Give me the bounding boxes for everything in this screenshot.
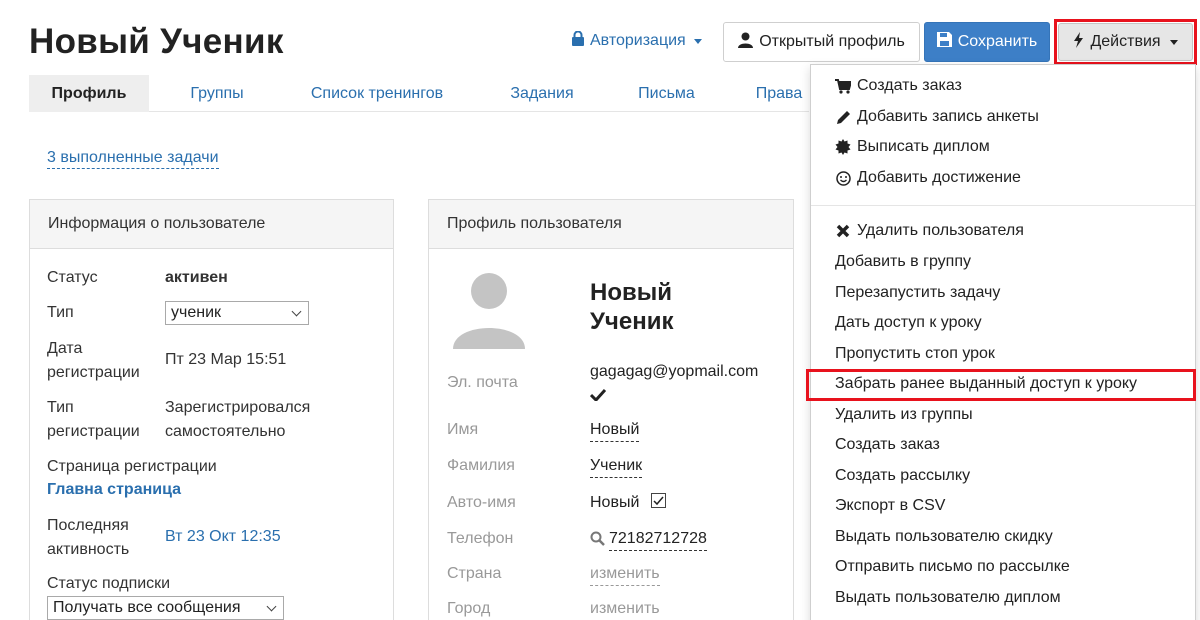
phone-value[interactable]: 72182712728 bbox=[609, 528, 707, 551]
revoke-access-highlight-box bbox=[806, 369, 1196, 401]
reg-type-value-2: самостоятельно bbox=[165, 423, 286, 440]
city-edit-link[interactable]: изменить bbox=[590, 598, 660, 620]
auto-name-label: Авто-имя bbox=[447, 494, 516, 511]
last-name-label: Фамилия bbox=[447, 457, 515, 474]
menu-divider bbox=[811, 205, 1195, 206]
menu-item-add-achievement[interactable]: Добавить достижение bbox=[835, 167, 1021, 189]
type-label: Тип bbox=[47, 304, 74, 321]
tab-tasks[interactable]: Задания bbox=[497, 75, 587, 112]
menu-item-send-mailing-letter[interactable]: Отправить письмо по рассылке bbox=[835, 556, 1070, 578]
chevron-down-icon bbox=[266, 601, 277, 611]
profile-name-line1: Новый bbox=[590, 279, 672, 306]
last-activity-link[interactable]: Вт 23 Окт 12:35 bbox=[165, 525, 281, 549]
pencil-icon bbox=[835, 110, 851, 125]
actions-dropdown-menu: Создать заказ Добавить запись анкеты Вып… bbox=[810, 64, 1196, 620]
user-info-title: Информация о пользователе bbox=[30, 200, 393, 249]
tab-profile[interactable]: Профиль bbox=[29, 75, 149, 112]
menu-item-create-mailing[interactable]: Создать рассылку bbox=[835, 465, 970, 487]
reg-date-value: Пт 23 Мар 15:51 bbox=[165, 351, 287, 368]
reg-page-label: Страница регистрации bbox=[47, 458, 217, 475]
tab-trainings[interactable]: Список тренингов bbox=[299, 75, 455, 112]
reg-page-link[interactable]: Главна страница bbox=[47, 478, 181, 502]
save-label: Сохранить bbox=[957, 33, 1038, 50]
menu-item-issue-diploma[interactable]: Выписать диплом bbox=[835, 136, 990, 158]
open-profile-label: Открытый профиль bbox=[759, 33, 905, 50]
subscription-select[interactable]: Получать все сообщения bbox=[47, 596, 284, 620]
reg-type-label-2: регистрации bbox=[47, 423, 140, 440]
tab-bar: Профиль Группы Список тренингов Задания … bbox=[29, 75, 809, 112]
subscription-select-value: Получать все сообщения bbox=[53, 599, 241, 616]
menu-item-give-discount[interactable]: Выдать пользователю скидку bbox=[835, 526, 1053, 548]
reg-type-value-1: Зарегистрировался bbox=[165, 399, 311, 416]
menu-item-skip-stop-lesson[interactable]: Пропустить стоп урок bbox=[835, 343, 995, 365]
open-profile-button[interactable]: Открытый профиль bbox=[723, 22, 920, 62]
menu-item-remove-from-group[interactable]: Удалить из группы bbox=[835, 404, 973, 426]
lock-icon bbox=[571, 30, 585, 51]
auto-name-checkbox[interactable] bbox=[651, 493, 666, 508]
user-profile-title: Профиль пользователя bbox=[429, 200, 793, 249]
smile-icon bbox=[835, 170, 851, 186]
menu-item-delete-user[interactable]: Удалить пользователя bbox=[835, 220, 1024, 242]
menu-item-create-order[interactable]: Создать заказ bbox=[835, 75, 962, 97]
completed-tasks-link[interactable]: 3 выполненные задачи bbox=[47, 148, 219, 169]
first-name-value[interactable]: Новый bbox=[590, 419, 640, 442]
caret-down-icon bbox=[693, 38, 702, 44]
auto-name-value: Новый bbox=[590, 494, 640, 511]
actions-highlight-box bbox=[1054, 19, 1197, 65]
menu-item-label: Добавить запись анкеты bbox=[857, 108, 1039, 125]
save-button[interactable]: Сохранить bbox=[924, 22, 1050, 62]
page-title: Новый Ученик bbox=[29, 22, 284, 61]
menu-item-label: Создать заказ bbox=[857, 77, 962, 94]
last-activity-label-1: Последняя bbox=[47, 517, 129, 534]
country-edit-link[interactable]: изменить bbox=[590, 563, 660, 586]
email-verified-check-icon bbox=[589, 388, 607, 406]
menu-item-label: Выписать диплом bbox=[857, 138, 990, 155]
status-value: активен bbox=[165, 269, 228, 286]
country-label: Страна bbox=[447, 565, 502, 582]
menu-item-export-csv[interactable]: Экспорт в CSV bbox=[835, 495, 945, 517]
certificate-icon bbox=[835, 139, 851, 155]
search-icon[interactable] bbox=[590, 531, 605, 551]
chevron-down-icon bbox=[291, 306, 302, 316]
subscription-label: Статус подписки bbox=[47, 575, 171, 592]
status-label: Статус bbox=[47, 269, 98, 286]
last-activity-label-2: активность bbox=[47, 541, 130, 558]
menu-item-grant-lesson-access[interactable]: Дать доступ к уроку bbox=[835, 312, 982, 334]
profile-name-line2: Ученик bbox=[590, 308, 674, 335]
phone-label: Телефон bbox=[447, 530, 514, 547]
authorization-label: Авторизация bbox=[590, 32, 686, 49]
menu-item-add-survey-record[interactable]: Добавить запись анкеты bbox=[835, 106, 1039, 128]
cart-icon bbox=[835, 78, 851, 94]
last-name-value[interactable]: Ученик bbox=[590, 455, 643, 478]
menu-item-add-to-group[interactable]: Добавить в группу bbox=[835, 251, 971, 273]
menu-item-label: Удалить пользователя bbox=[857, 222, 1024, 239]
authorization-dropdown[interactable]: Авторизация bbox=[571, 30, 702, 51]
floppy-disk-icon bbox=[936, 32, 952, 52]
tab-letters[interactable]: Письма bbox=[624, 75, 709, 112]
reg-type-label-1: Тип bbox=[47, 399, 74, 416]
tab-rights[interactable]: Права bbox=[744, 75, 814, 112]
user-icon bbox=[738, 32, 754, 53]
avatar[interactable] bbox=[447, 265, 531, 349]
email-label: Эл. почта bbox=[447, 374, 518, 391]
menu-item-label: Добавить достижение bbox=[857, 169, 1021, 186]
menu-item-create-order-2[interactable]: Создать заказ bbox=[835, 434, 940, 456]
tab-groups[interactable]: Группы bbox=[167, 75, 267, 112]
menu-item-restart-task[interactable]: Перезапустить задачу bbox=[835, 282, 1000, 304]
type-select[interactable]: ученик bbox=[165, 301, 309, 325]
reg-date-label-1: Дата bbox=[47, 340, 83, 357]
menu-item-give-diploma[interactable]: Выдать пользователю диплом bbox=[835, 587, 1061, 609]
reg-date-label-2: регистрации bbox=[47, 364, 140, 381]
first-name-label: Имя bbox=[447, 421, 479, 438]
close-icon bbox=[835, 224, 851, 238]
user-profile-panel: Профиль пользователя bbox=[428, 199, 794, 620]
email-value: gagagag@yopmail.com bbox=[590, 363, 759, 380]
type-select-value: ученик bbox=[171, 304, 222, 321]
city-label: Город bbox=[447, 600, 491, 617]
